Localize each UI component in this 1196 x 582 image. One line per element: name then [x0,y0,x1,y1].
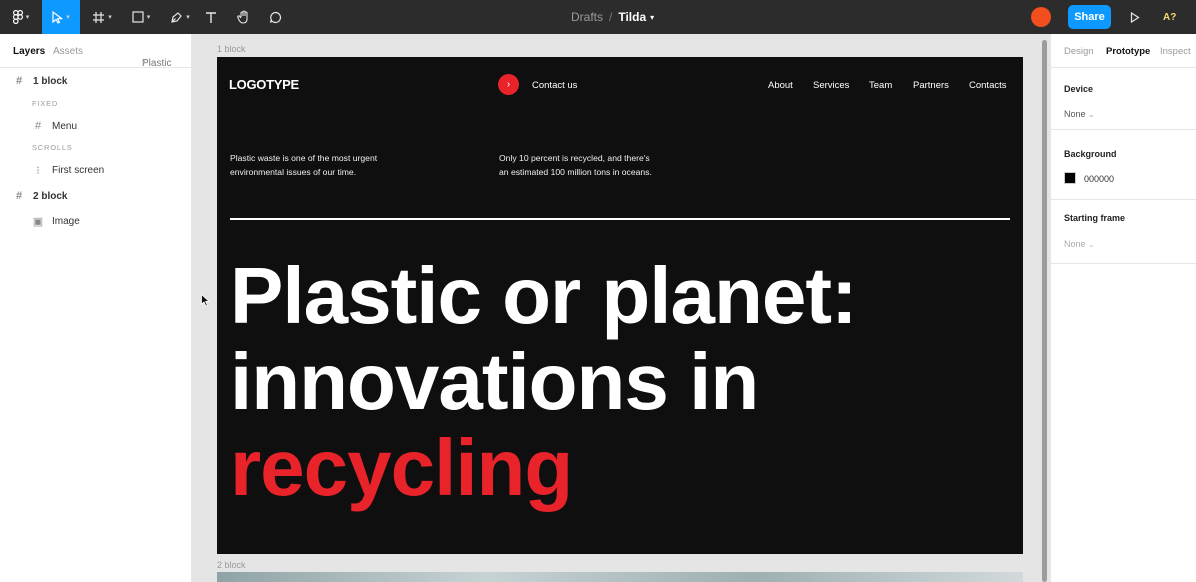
paragraph-line: Plastic waste is one of the most urgent [230,153,378,163]
paragraph-line: environmental issues of our time. [230,167,357,177]
zoom-menu[interactable]: A? [1163,0,1176,34]
starting-frame-value: None [1064,239,1086,249]
chevron-down-icon: ▾ [146,14,151,21]
toolbar: ▾ ▾ ▾ ▾ ▾ Drafts / Tilda ▾ Share A? [0,0,1196,34]
comment-tool-button[interactable] [264,0,286,34]
group-icon: ⁝ [36,165,40,177]
site-logo: LOGOTYPE [229,77,299,92]
chevron-down-icon: ⌄ [1088,240,1095,249]
share-button[interactable]: Share [1068,5,1111,29]
chevron-down-icon: ▾ [142,59,146,66]
pen-icon [171,11,183,23]
site-paragraph-2: Only 10 percent is recycled, and there's… [499,151,689,179]
properties-panel: Design Prototype Inspect Device None ⌄ B… [1050,34,1196,582]
frame-label-2-block[interactable]: 2 block [217,560,246,570]
tab-layers[interactable]: Layers [13,46,45,57]
background-section: Background 000000 [1051,130,1196,200]
site-paragraph-1: Plastic waste is one of the most urgent … [230,151,420,179]
background-label: Background [1064,149,1117,159]
page-name: Plastic [142,58,172,69]
device-value: None [1064,109,1086,119]
frame-icon: # [15,75,23,87]
divider [230,218,1010,220]
chevron-down-icon: ▾ [186,14,190,21]
comment-icon [269,11,281,23]
hand-icon [236,10,248,24]
layer-label: 2 block [33,190,68,202]
headline-line-3: recycling [230,423,573,512]
layer-label: Image [52,216,80,227]
breadcrumb-separator: / [609,10,613,24]
site-headline: Plastic or planet: innovations in recycl… [230,251,858,512]
image-icon: ▣ [32,216,44,228]
frame-icon [93,11,105,23]
paragraph-line: an estimated 100 million tons in oceans. [499,167,652,177]
cursor-arrow-icon [52,10,64,24]
layer-2-block[interactable]: # 2 block [13,190,68,202]
layer-label: 1 block [33,75,68,87]
right-panel-tabs: Design Prototype Inspect [1051,34,1196,68]
layers-panel: Layers Assets Plastic ▾ # 1 block FIXED … [0,34,192,582]
chevron-down-icon[interactable]: ▾ [650,13,654,22]
frame-label-1-block[interactable]: 1 block [217,44,246,54]
chevron-down-icon: ▾ [25,14,30,21]
layer-first-screen[interactable]: ⁝ First screen [32,164,104,177]
left-panel-tabs: Layers Assets Plastic ▾ [0,34,191,69]
layer-label: Menu [52,120,78,132]
layer-image[interactable]: ▣ Image [32,215,80,228]
tab-assets[interactable]: Assets [53,46,83,57]
chevron-down-icon: ▾ [66,14,70,21]
text-tool-button[interactable] [200,0,222,34]
file-name[interactable]: Tilda [618,10,646,24]
frame-tool-button[interactable]: ▾ [86,0,118,34]
hand-tool-button[interactable] [232,0,254,34]
tab-inspect[interactable]: Inspect [1160,46,1191,57]
site-nav-contacts: Contacts [969,80,1007,91]
frame-icon: # [34,120,42,132]
section-scrolls: SCROLLS [32,143,73,152]
play-icon [1130,11,1140,23]
rectangle-icon [132,11,144,23]
headline-line-2: innovations in [230,337,759,426]
present-button[interactable] [1126,0,1144,34]
site-contact-link: Contact us [532,80,578,91]
site-nav-about: About [768,80,793,91]
headline-line-1: Plastic or planet: [230,251,858,340]
chevron-down-icon: ⌄ [1088,110,1095,119]
layer-label: First screen [52,165,105,176]
text-icon [206,11,216,23]
shape-tool-button[interactable]: ▾ [125,0,157,34]
site-nav-services: Services [813,80,850,91]
background-swatch[interactable] [1064,172,1076,184]
chevron-down-icon: ▾ [108,14,112,21]
layer-menu[interactable]: # Menu [32,120,77,132]
background-hex-input[interactable]: 000000 [1084,174,1114,184]
contact-arrow-icon: › [498,74,519,95]
move-tool-button[interactable]: ▾ [42,0,80,34]
site-nav-partners: Partners [913,80,949,91]
site-nav-team: Team [869,80,893,91]
device-label: Device [1064,84,1094,94]
avatar[interactable] [1031,7,1051,27]
frame-1-block[interactable]: LOGOTYPE › Contact us About Services Tea… [217,57,1023,554]
frame-icon: # [15,190,23,202]
mouse-cursor-icon [201,294,210,307]
device-section: Device None ⌄ [1051,68,1196,130]
paragraph-line: Only 10 percent is recycled, and there's [499,153,650,163]
tab-design[interactable]: Design [1064,46,1094,57]
frame-2-block[interactable] [217,572,1023,582]
starting-frame-select[interactable]: None ⌄ [1064,239,1095,249]
section-fixed: FIXED [32,99,59,108]
main-menu-button[interactable]: ▾ [4,0,38,34]
pen-tool-button[interactable]: ▾ [164,0,196,34]
breadcrumb-drafts[interactable]: Drafts [571,10,603,24]
starting-frame-section: Starting frame None ⌄ [1051,200,1196,264]
layer-1-block[interactable]: # 1 block [13,75,68,87]
starting-frame-label: Starting frame [1064,213,1126,223]
canvas-scrollbar[interactable] [1042,40,1047,582]
device-select[interactable]: None ⌄ [1064,109,1095,119]
tab-prototype[interactable]: Prototype [1106,46,1150,57]
breadcrumb: Drafts / Tilda ▾ [571,0,654,34]
figma-logo-icon [12,10,23,24]
